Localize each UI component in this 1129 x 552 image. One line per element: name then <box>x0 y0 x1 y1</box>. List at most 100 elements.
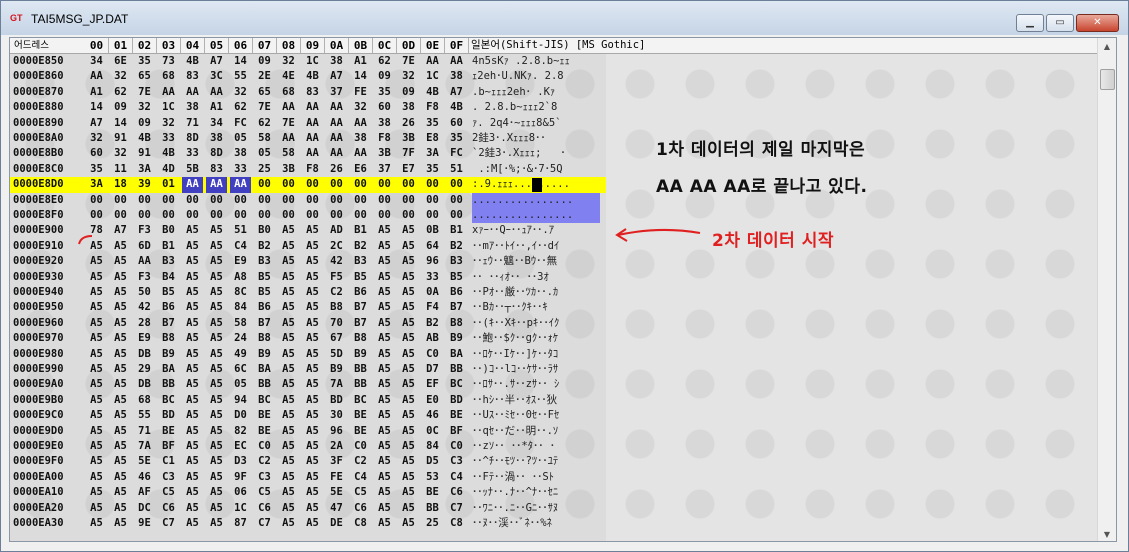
byte-cell[interactable]: B3 <box>446 254 467 269</box>
byte-cell[interactable]: A5 <box>110 454 131 469</box>
byte-cell[interactable]: C5 <box>350 485 371 500</box>
byte-cell[interactable]: 00 <box>326 193 347 208</box>
byte-cell[interactable]: A5 <box>374 393 395 408</box>
byte-cell[interactable]: 3B <box>278 162 299 177</box>
byte-cell[interactable]: A5 <box>182 239 203 254</box>
row-text[interactable]: ･･ ･･ｨｵ･･ ･･3ｵ <box>472 270 549 285</box>
byte-cell[interactable]: B9 <box>254 347 275 362</box>
hex-row[interactable]: 0000E880 14 09 32 1C 38 A1 62 7E AA AA AA 32 60 38 F8 4B… <box>10 100 606 115</box>
byte-cell[interactable]: 50 <box>134 285 155 300</box>
byte-cell[interactable]: A5 <box>182 470 203 485</box>
row-text[interactable]: ･･ｯﾅ･･.ﾅ･･^ﾅ･･ｾﾆ <box>472 485 558 500</box>
byte-cell[interactable]: A1 <box>206 100 227 115</box>
byte-cell[interactable]: A5 <box>110 362 131 377</box>
byte-cell[interactable]: A5 <box>110 300 131 315</box>
byte-cell[interactable]: 71 <box>134 424 155 439</box>
byte-cell[interactable]: AA <box>302 146 323 161</box>
byte-cell[interactable]: A5 <box>182 393 203 408</box>
hex-row[interactable]: 0000EA00 A5 A5 46 C3 A5 A5 9F C3 A5 A5 FE C4 A5 A5 53 C4… <box>10 470 606 485</box>
row-text[interactable]: ｧ. 2q4･~ｪｪｪ8&5` <box>472 116 561 131</box>
byte-cell[interactable]: 68 <box>278 85 299 100</box>
byte-cell[interactable]: C7 <box>254 516 275 531</box>
byte-cell[interactable]: A5 <box>278 362 299 377</box>
byte-cell[interactable]: A5 <box>398 362 419 377</box>
byte-cell[interactable]: A5 <box>206 254 227 269</box>
byte-cell[interactable]: A5 <box>398 285 419 300</box>
row-text[interactable]: xｧｰ･･Qｰ･･ｭｱ･･.ｱ <box>472 223 554 238</box>
byte-cell[interactable]: 78 <box>86 223 107 238</box>
byte-cell[interactable]: 0B <box>422 223 443 238</box>
byte-cell[interactable]: 3C <box>206 69 227 84</box>
byte-cell[interactable]: A5 <box>110 239 131 254</box>
byte-cell[interactable]: A5 <box>182 331 203 346</box>
byte-cell[interactable]: 33 <box>422 270 443 285</box>
byte-cell[interactable]: B7 <box>254 316 275 331</box>
byte-cell[interactable]: C5 <box>254 485 275 500</box>
byte-cell[interactable]: 35 <box>134 54 155 69</box>
byte-cell[interactable]: D0 <box>230 408 251 423</box>
byte-cell[interactable]: 2A <box>326 439 347 454</box>
byte-cell[interactable]: 5D <box>326 347 347 362</box>
byte-cell[interactable]: BD <box>326 393 347 408</box>
hex-row[interactable]: 0000E9B0 A5 A5 68 BC A5 A5 94 BC A5 A5 BD BC A5 A5 E0 BD… <box>10 393 606 408</box>
byte-cell[interactable]: AA <box>302 116 323 131</box>
byte-cell[interactable]: 8D <box>206 146 227 161</box>
byte-cell[interactable]: AA <box>278 131 299 146</box>
byte-cell[interactable]: A5 <box>182 270 203 285</box>
byte-cell[interactable]: A5 <box>398 501 419 516</box>
byte-cell[interactable]: 24 <box>230 331 251 346</box>
byte-cell[interactable]: A5 <box>110 254 131 269</box>
byte-cell[interactable]: C6 <box>254 501 275 516</box>
byte-cell[interactable]: 00 <box>230 208 251 223</box>
byte-cell[interactable]: A5 <box>182 408 203 423</box>
byte-cell[interactable]: B6 <box>158 300 179 315</box>
byte-cell[interactable]: C0 <box>422 347 443 362</box>
byte-cell[interactable]: 58 <box>230 316 251 331</box>
hex-row[interactable]: 0000E8D0 3A 18 39 01 AA AA AA 00 00 00 00 00 00 00 00 00… <box>10 177 606 193</box>
byte-cell[interactable]: A5 <box>206 331 227 346</box>
byte-cell[interactable]: AA <box>86 69 107 84</box>
byte-cell[interactable]: AA <box>422 54 443 69</box>
byte-cell[interactable]: 70 <box>326 316 347 331</box>
byte-cell[interactable]: E9 <box>230 254 251 269</box>
byte-cell[interactable]: A5 <box>86 239 107 254</box>
byte-cell[interactable]: AA <box>326 131 347 146</box>
byte-cell[interactable]: B5 <box>350 270 371 285</box>
byte-cell[interactable]: AA <box>182 85 203 100</box>
byte-cell[interactable]: B6 <box>254 300 275 315</box>
byte-cell[interactable]: 82 <box>230 424 251 439</box>
byte-cell[interactable]: 00 <box>350 177 371 192</box>
byte-cell[interactable]: 68 <box>134 393 155 408</box>
byte-cell[interactable]: A5 <box>278 424 299 439</box>
hex-editor-view[interactable]: 어드레스 일본어(Shift-JIS) [MS Gothic] 00 01 02 03… <box>9 37 1117 542</box>
byte-cell[interactable]: 5B <box>182 162 203 177</box>
byte-cell[interactable]: A8 <box>230 270 251 285</box>
byte-cell[interactable]: B6 <box>446 285 467 300</box>
byte-cell[interactable]: E0 <box>422 393 443 408</box>
byte-cell[interactable]: B8 <box>326 300 347 315</box>
byte-cell[interactable]: A5 <box>374 408 395 423</box>
byte-cell[interactable]: A1 <box>350 54 371 69</box>
byte-cell[interactable]: 91 <box>110 131 131 146</box>
byte-cell[interactable]: 32 <box>350 100 371 115</box>
byte-cell[interactable]: 62 <box>254 116 275 131</box>
byte-cell[interactable]: 3A <box>86 177 107 192</box>
byte-cell[interactable]: A5 <box>86 331 107 346</box>
byte-cell[interactable]: 5E <box>326 485 347 500</box>
byte-cell[interactable]: A1 <box>86 85 107 100</box>
hex-row[interactable]: 0000E990 A5 A5 29 BA A5 A5 6C BA A5 A5 B9 BB A5 A5 D7 BB… <box>10 362 606 377</box>
byte-cell[interactable]: 7E <box>398 54 419 69</box>
byte-cell[interactable]: 28 <box>134 316 155 331</box>
hex-row[interactable]: 0000E8A0 32 91 4B 33 8D 38 05 58 AA AA AA 38 F8 3B E8 35… <box>10 131 606 146</box>
byte-cell[interactable]: 60 <box>374 100 395 115</box>
byte-cell[interactable]: 0C <box>422 424 443 439</box>
byte-cell[interactable]: B4 <box>158 270 179 285</box>
byte-cell[interactable]: 83 <box>206 162 227 177</box>
byte-cell[interactable]: 35 <box>86 162 107 177</box>
byte-cell[interactable]: 38 <box>350 131 371 146</box>
byte-cell[interactable]: 35 <box>374 85 395 100</box>
byte-cell[interactable]: 35 <box>422 116 443 131</box>
byte-cell[interactable]: BA <box>446 347 467 362</box>
byte-cell[interactable]: A5 <box>278 470 299 485</box>
byte-cell[interactable]: A5 <box>86 439 107 454</box>
